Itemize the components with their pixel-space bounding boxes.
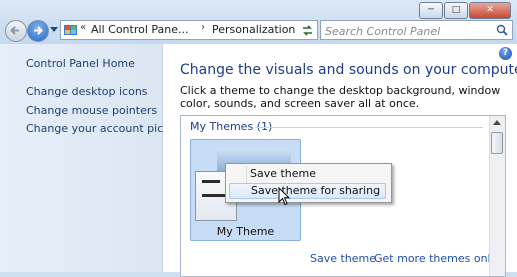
back-button[interactable] — [5, 20, 27, 42]
get-more-themes-link[interactable]: Get more themes online — [374, 252, 505, 265]
refresh-button[interactable] — [298, 20, 318, 40]
refresh-icon — [303, 25, 312, 36]
arrow-left-icon — [10, 26, 19, 35]
help-icon[interactable]: ? — [499, 47, 512, 60]
breadcrumb-overflow[interactable]: « — [80, 22, 86, 33]
breadcrumb-personalization[interactable]: Personalization — [212, 23, 295, 36]
main-content: ? Change the visuals and sounds on your … — [163, 44, 517, 277]
context-menu: Save theme Save theme for sharing — [225, 163, 392, 203]
sidebar-item-change-mouse-pointers[interactable]: Change mouse pointers — [26, 104, 157, 117]
search-input[interactable] — [323, 22, 493, 40]
page-title: Change the visuals and sounds on your co… — [180, 62, 517, 78]
control-panel-icon — [64, 25, 77, 35]
search-icon[interactable] — [496, 24, 508, 36]
scroll-up-icon[interactable] — [493, 120, 501, 125]
forward-button[interactable] — [27, 20, 49, 42]
sidebar: Control Panel Home Change desktop icons … — [0, 44, 186, 272]
mouse-cursor-icon — [278, 187, 290, 206]
page-description: Click a theme to change the desktop back… — [180, 84, 501, 110]
close-button[interactable]: ✕ — [469, 2, 511, 19]
arrow-right-icon — [34, 26, 43, 35]
theme-tile-label: My Theme — [216, 225, 275, 238]
address-bar[interactable]: « All Control Pane... › Personalization — [60, 20, 314, 40]
scrollbar-thumb[interactable] — [491, 132, 503, 154]
breadcrumb-separator[interactable]: › — [201, 22, 205, 33]
vertical-scrollbar[interactable] — [489, 116, 505, 276]
title-bar: ─ □ ✕ « All Control Pane... › Personaliz… — [0, 0, 517, 44]
sidebar-item-control-panel-home[interactable]: Control Panel Home — [26, 57, 135, 70]
breadcrumb-control-panel[interactable]: All Control Pane... — [91, 23, 189, 36]
minimize-button[interactable]: ─ — [419, 2, 443, 19]
menu-item-save-theme[interactable]: Save theme — [229, 166, 386, 182]
window-controls: ─ □ ✕ — [419, 2, 511, 19]
search-box[interactable] — [320, 20, 513, 40]
save-theme-link[interactable]: Save theme — [310, 252, 376, 265]
group-divider — [255, 127, 483, 128]
sidebar-item-change-desktop-icons[interactable]: Change desktop icons — [26, 85, 148, 98]
sidebar-item-change-account-picture[interactable]: Change your account picture — [26, 122, 186, 135]
maximize-button[interactable]: □ — [444, 2, 468, 19]
menu-item-save-theme-for-sharing[interactable]: Save theme for sharing — [229, 183, 386, 199]
history-dropdown-icon[interactable] — [50, 27, 58, 33]
